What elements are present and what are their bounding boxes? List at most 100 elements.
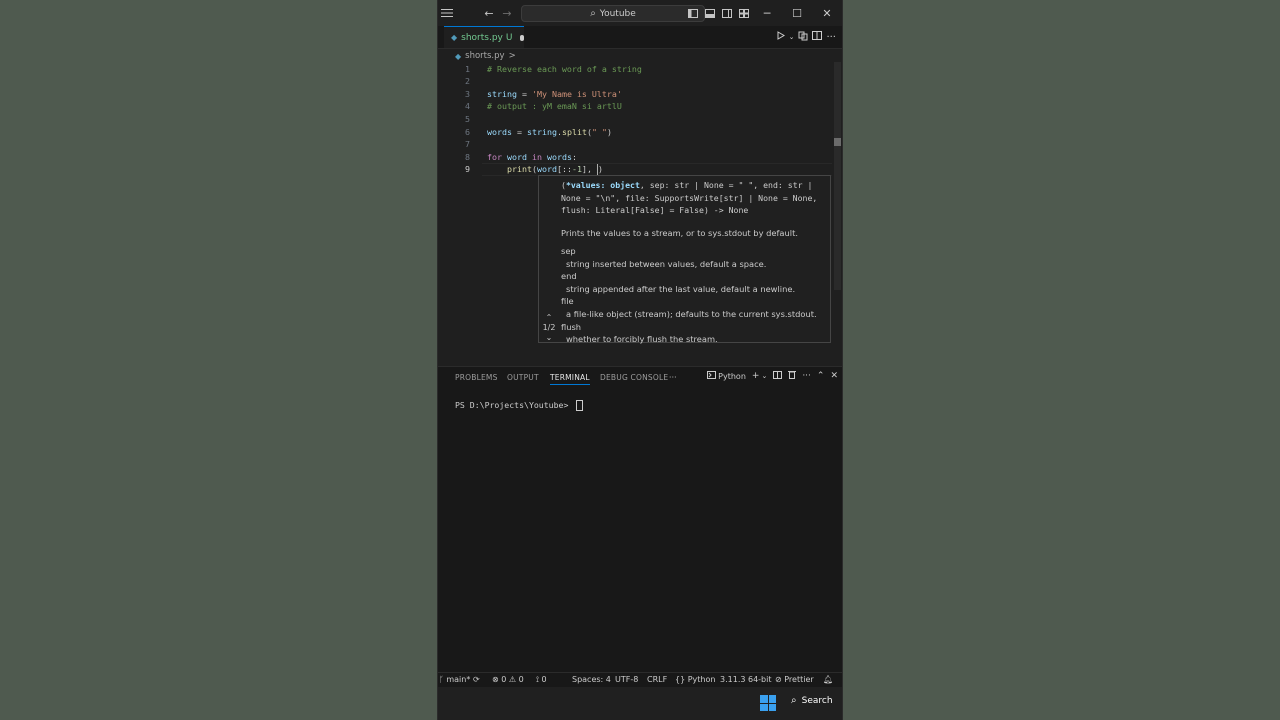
line-number: 1 <box>465 63 470 74</box>
code-token: ) <box>597 164 603 175</box>
python-file-icon: ◆ <box>451 33 458 42</box>
code-line[interactable]: 2 <box>438 75 833 88</box>
code-token: " " <box>591 126 607 137</box>
signature-help-popup: (*values: object, sep: str | None = " ",… <box>538 175 831 344</box>
line-code: print(word[::-1], ) <box>487 163 603 176</box>
line-number: 8 <box>465 151 470 162</box>
code-line[interactable]: 8 for word in words: <box>438 151 833 164</box>
terminal-shell-label[interactable]: Python <box>718 372 746 381</box>
windows-start-icon[interactable] <box>760 695 776 711</box>
overload-counter: 1/2 <box>542 323 556 332</box>
language-mode[interactable]: {} Python <box>675 674 715 686</box>
tab-filename: shorts.py <box>461 32 503 43</box>
maximize-icon[interactable]: ☐ <box>782 0 812 26</box>
close-icon[interactable]: ✕ <box>812 0 842 26</box>
indentation[interactable]: Spaces: 4 <box>572 674 611 686</box>
minimize-icon[interactable]: ─ <box>752 0 782 26</box>
run-icon[interactable] <box>776 31 785 43</box>
notifications-bell-icon[interactable]: 🔔︎ <box>823 674 833 686</box>
param-name: sep <box>561 246 576 256</box>
sync-icon[interactable]: ⟳ <box>473 674 480 686</box>
code-token: string <box>526 126 557 137</box>
tab-output[interactable]: OUTPUT <box>507 373 539 382</box>
param-description: string inserted between values, default … <box>566 258 767 269</box>
line-number: 5 <box>465 113 470 124</box>
line-number: 3 <box>465 88 470 99</box>
code-token: word <box>536 164 557 175</box>
line-number: 6 <box>465 126 470 137</box>
arrow-left-icon[interactable]: ← <box>480 4 498 22</box>
scrollbar-thumb[interactable] <box>834 138 841 146</box>
compare-changes-icon[interactable] <box>798 31 808 44</box>
unsaved-dot-icon[interactable] <box>520 34 524 41</box>
more-panels-icon[interactable]: ··· <box>669 373 677 382</box>
layout-sidebar-left-icon[interactable] <box>684 4 701 22</box>
line-code: words = string.split(" ") <box>487 126 612 139</box>
tab-problems[interactable]: PROBLEMS <box>455 373 498 382</box>
param-description: string appended after the last value, de… <box>566 283 796 294</box>
close-panel-icon[interactable]: ✕ <box>830 371 838 381</box>
tab-shorts-py[interactable]: ◆ shorts.py U <box>444 26 524 48</box>
line-endings[interactable]: CRLF <box>647 674 667 686</box>
search-icon: ⌕ <box>590 8 596 19</box>
arrow-right-icon[interactable]: → <box>498 4 516 22</box>
menu-icon[interactable] <box>438 4 456 22</box>
code-token: word <box>507 151 527 162</box>
line-number: 2 <box>465 76 470 87</box>
code-line[interactable]: 6 words = string.split(" ") <box>438 126 833 139</box>
command-center-search[interactable]: ⌕ Youtube <box>521 5 705 22</box>
editor-scrollbar[interactable] <box>834 62 841 290</box>
code-line[interactable]: 3 string = 'My Name is Ultra' <box>438 88 833 101</box>
problems-indicator[interactable]: ⊗ 0 ⚠ 0 <box>492 674 524 686</box>
panel-more-icon[interactable]: ··· <box>802 371 811 381</box>
signature-description: Prints the values to a stream, or to sys… <box>561 228 798 238</box>
code-line[interactable]: 1 # Reverse each word of a string <box>438 63 833 76</box>
code-token: words <box>487 126 512 137</box>
code-line[interactable]: 7 <box>438 138 833 151</box>
prettier-status[interactable]: ⊘ Prettier <box>775 674 814 686</box>
run-dropdown-chevron-icon[interactable]: ⌄ <box>789 33 795 41</box>
taskbar-search[interactable]: ⌕ Search <box>791 695 833 706</box>
code-line[interactable]: 9 print(word[::-1], ) <box>438 163 833 176</box>
bottom-panel: PROBLEMS OUTPUT TERMINAL DEBUG CONSOLE ·… <box>438 366 842 673</box>
terminal-output[interactable]: PS D:\Projects\Youtube> <box>455 400 584 411</box>
breadcrumb-file[interactable]: shorts.py <box>465 51 504 61</box>
split-terminal-icon[interactable] <box>773 370 783 382</box>
terminal-dropdown-chevron-icon[interactable]: ⌄ <box>761 372 767 380</box>
more-actions-icon[interactable]: ··· <box>826 32 836 43</box>
split-editor-icon[interactable] <box>812 31 823 43</box>
code-token: -1 <box>571 164 582 175</box>
layout-panel-icon[interactable] <box>701 4 718 22</box>
encoding[interactable]: UTF-8 <box>615 674 638 686</box>
line-number: 4 <box>465 101 470 112</box>
chevron-down-icon[interactable]: ⌄ <box>539 333 559 342</box>
editor-tab-bar: ◆ shorts.py U ⌄ ··· <box>438 26 842 49</box>
warning-icon: ⚠ <box>508 675 517 684</box>
tab-git-badge: U <box>505 32 513 43</box>
code-token: [:: <box>556 164 572 175</box>
trash-icon[interactable] <box>788 370 797 382</box>
code-line[interactable]: 4 # output : yM emaN si artlU <box>438 100 833 113</box>
python-interpreter[interactable]: 3.11.3 64-bit <box>720 674 772 686</box>
prettier-icon: ⊘ <box>775 675 782 684</box>
signature-text: (*values: object, sep: str | None = " ",… <box>561 180 823 216</box>
param-name: end <box>561 271 577 282</box>
code-token: words <box>546 151 572 162</box>
tab-terminal[interactable]: TERMINAL <box>550 373 590 385</box>
code-token: for <box>487 151 502 162</box>
title-bar: ← → ⌕ Youtube ─ ☐ ✕ <box>438 0 842 27</box>
add-terminal-icon[interactable]: + <box>752 371 760 381</box>
code-line[interactable]: 5 <box>438 113 833 126</box>
chevron-up-icon[interactable]: ⌃ <box>539 313 559 322</box>
tab-debug-console[interactable]: DEBUG CONSOLE <box>600 373 668 382</box>
layout-sidebar-right-icon[interactable] <box>718 4 735 22</box>
ports-indicator[interactable]: ⟟ 0 <box>536 674 547 686</box>
breadcrumb-chevron: > <box>508 51 516 61</box>
maximize-panel-chevron-icon[interactable]: ⌃ <box>817 371 825 381</box>
git-branch[interactable]: ᚴ main* <box>439 674 470 686</box>
terminal-icon <box>707 370 717 382</box>
customize-layout-icon[interactable] <box>735 4 752 22</box>
search-label: Youtube <box>599 8 636 19</box>
taskbar-search-label: Search <box>801 695 833 706</box>
